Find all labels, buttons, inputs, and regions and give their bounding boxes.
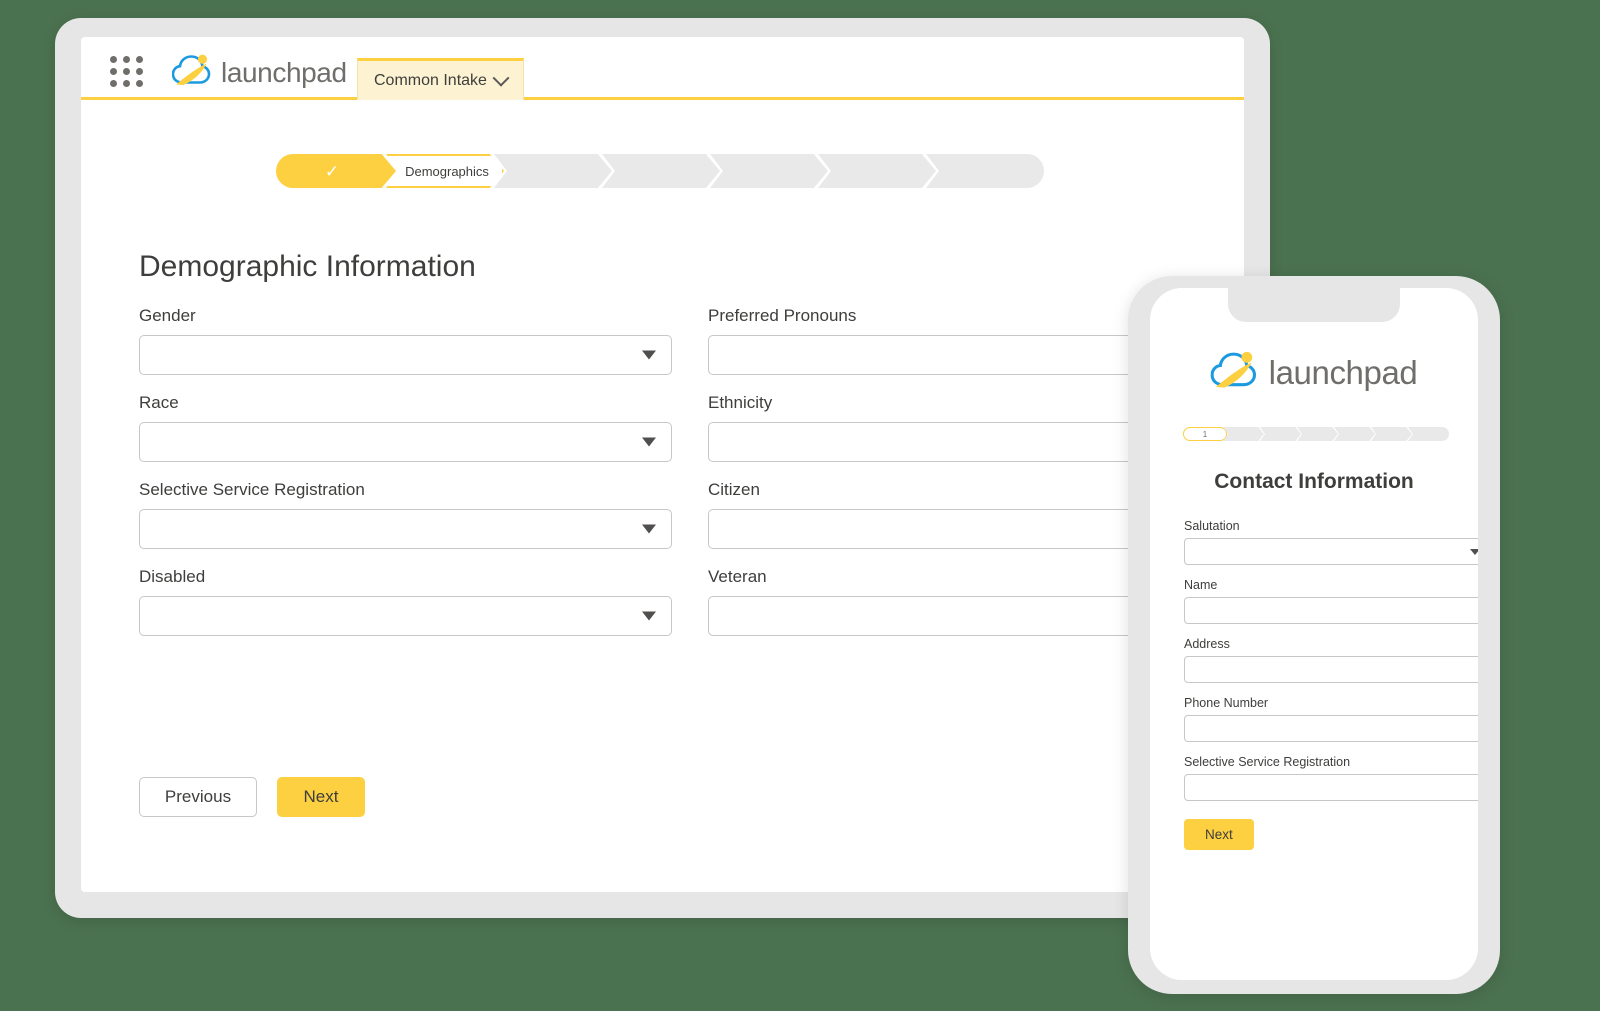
mobile-field-phone-number-label: Phone Number: [1184, 696, 1269, 710]
mobile-brand-logo[interactable]: launchpad: [1210, 350, 1418, 395]
app-launcher-dot: [136, 68, 143, 75]
page-title: Demographic Information: [139, 250, 476, 283]
caret-down-icon: [1470, 548, 1478, 555]
caret-down-icon: [642, 350, 656, 360]
progress-step-upcoming[interactable]: [602, 154, 720, 188]
progress-step-completed[interactable]: ✓: [276, 154, 396, 188]
mobile-progress-step-upcoming[interactable]: [1297, 427, 1338, 441]
app-launcher-dot: [110, 80, 117, 87]
mobile-field-salutation-label: Salutation: [1184, 519, 1240, 533]
field-gender: Gender: [139, 306, 672, 375]
field-disabled-label: Disabled: [139, 567, 206, 586]
app-launcher-dot: [123, 56, 130, 63]
desktop-screen: launchpad Common Intake ✓ Demographics D…: [81, 37, 1244, 892]
mobile-selective-service-registration-input[interactable]: [1184, 774, 1478, 801]
mobile-field-address: Address: [1184, 637, 1478, 683]
brand-logo[interactable]: launchpad: [171, 53, 347, 92]
contact-information-form: Salutation Name Address Phone Number Sel…: [1184, 519, 1478, 850]
mobile-field-salutation: Salutation: [1184, 519, 1478, 565]
mobile-field-phone-number: Phone Number: [1184, 696, 1478, 742]
app-launcher-dot: [136, 56, 143, 63]
selective-service-registration-select[interactable]: [139, 509, 672, 549]
next-button[interactable]: Next: [277, 777, 365, 817]
mobile-field-name: Name: [1184, 578, 1478, 624]
demographic-form: Gender Preferred Pronouns Race Ethnicity…: [139, 306, 1241, 636]
caret-down-icon: [642, 611, 656, 621]
launchpad-logo-icon: [171, 53, 214, 92]
field-gender-label: Gender: [139, 306, 196, 325]
field-race: Race: [139, 393, 672, 462]
mobile-progress-step-upcoming[interactable]: [1408, 427, 1449, 441]
mobile-next-button[interactable]: Next: [1184, 819, 1254, 850]
app-launcher-dot: [136, 80, 143, 87]
previous-button[interactable]: Previous: [139, 777, 257, 817]
desktop-topbar: launchpad Common Intake: [81, 37, 1244, 100]
phone-number-input[interactable]: [1184, 715, 1478, 742]
mobile-progress-step-label: 1: [1202, 429, 1208, 439]
app-launcher-dot: [123, 68, 130, 75]
tab-common-intake-label: Common Intake: [374, 71, 487, 89]
mobile-form-actions: Next: [1184, 819, 1478, 850]
mobile-field-selective-service-registration: Selective Service Registration: [1184, 755, 1478, 801]
app-launcher-dot: [110, 56, 117, 63]
mobile-screen: launchpad 1 Contact Information Salutati…: [1150, 288, 1478, 980]
mobile-progress-step-upcoming[interactable]: [1334, 427, 1375, 441]
gender-select[interactable]: [139, 335, 672, 375]
desktop-device-frame: launchpad Common Intake ✓ Demographics D…: [55, 18, 1270, 918]
mobile-progress-step-upcoming[interactable]: [1223, 427, 1264, 441]
race-select[interactable]: [139, 422, 672, 462]
progress-step-upcoming[interactable]: [926, 154, 1044, 188]
check-icon: ✓: [324, 161, 340, 181]
mobile-progress-path: 1: [1183, 427, 1449, 441]
mobile-field-name-label: Name: [1184, 578, 1218, 592]
caret-down-icon: [642, 437, 656, 447]
field-selective-service-registration: Selective Service Registration: [139, 480, 672, 549]
caret-down-icon: [642, 524, 656, 534]
mobile-field-address-label: Address: [1184, 637, 1230, 651]
disabled-select[interactable]: [139, 596, 672, 636]
mobile-brand-name: launchpad: [1268, 353, 1418, 391]
field-race-label: Race: [139, 393, 179, 412]
progress-step-upcoming[interactable]: [710, 154, 828, 188]
mobile-device-frame: launchpad 1 Contact Information Salutati…: [1128, 276, 1500, 994]
app-launcher-dot: [123, 80, 130, 87]
name-input[interactable]: [1184, 597, 1478, 624]
form-actions: Previous Next: [139, 777, 365, 817]
chevron-down-icon: [492, 69, 510, 87]
field-selective-service-registration-label: Selective Service Registration: [139, 480, 365, 499]
mobile-progress-step-current[interactable]: 1: [1183, 427, 1227, 441]
progress-step-upcoming[interactable]: [494, 154, 612, 188]
progress-path: ✓ Demographics: [276, 154, 1044, 188]
mobile-progress-step-upcoming[interactable]: [1260, 427, 1301, 441]
tab-common-intake[interactable]: Common Intake: [357, 58, 524, 100]
salutation-select[interactable]: [1184, 538, 1478, 565]
progress-step-demographics[interactable]: Demographics: [386, 154, 504, 188]
mobile-progress-step-upcoming[interactable]: [1371, 427, 1412, 441]
field-disabled: Disabled: [139, 567, 672, 636]
address-input[interactable]: [1184, 656, 1478, 683]
mobile-page-title: Contact Information: [1214, 470, 1414, 493]
progress-step-upcoming[interactable]: [818, 154, 936, 188]
launchpad-logo-icon: [1210, 350, 1261, 395]
brand-name: launchpad: [221, 56, 347, 88]
app-launcher-dot: [110, 68, 117, 75]
mobile-notch: [1228, 288, 1400, 322]
progress-step-label: Demographics: [405, 163, 489, 179]
app-launcher-grid-icon[interactable]: [110, 56, 144, 87]
mobile-field-selective-service-registration-label: Selective Service Registration: [1184, 755, 1351, 769]
